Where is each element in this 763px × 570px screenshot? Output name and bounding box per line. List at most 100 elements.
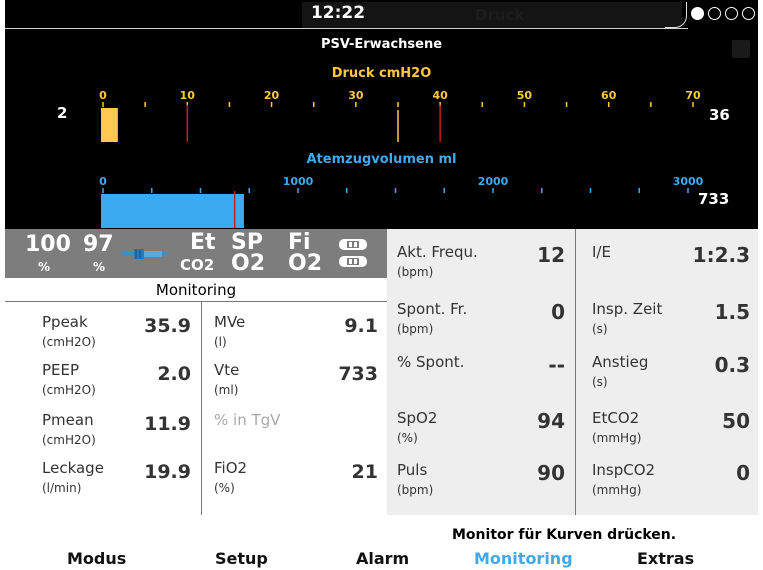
metric-unit: (cmH2O) [42, 383, 96, 397]
monitoring-values-panel[interactable]: Akt. Frequ. (bpm) 12 I/E 1:2.3 Spont. Fr… [387, 229, 758, 515]
metric-fio2: FiO2 (%) 21 [214, 459, 378, 509]
metric-value: 35.9 [144, 315, 191, 337]
scale-tick-label: 20 [264, 89, 280, 102]
mode-title: PSV-Erwachsene [320, 37, 443, 52]
metric-value: 50 [722, 409, 750, 433]
metric-spo2: SpO2 (%) 94 [397, 409, 565, 449]
scale-current-bar [101, 194, 244, 228]
pressure-peak-value: 36 [709, 106, 730, 124]
metric-value: 21 [351, 461, 378, 483]
pressure-scale: 0 10 20 30 40 50 60 70 [99, 89, 701, 142]
scale-tick-label: 3000 [673, 175, 704, 188]
volume-scale: 0 1000 2000 3000 [99, 175, 704, 228]
nav-modus[interactable]: Modus [67, 549, 126, 568]
ventilator-screen: 12:22 Druck PSV-Erwachsene Druck cmH2O 0… [5, 0, 758, 570]
metric-value: -- [548, 353, 565, 377]
o2-secondary-unit: % [93, 260, 106, 274]
o2-primary-value: 100 [25, 232, 71, 257]
monitoring-header: Monitoring [5, 278, 387, 302]
volume-scale-title: Atemzugvolumen ml [306, 152, 457, 167]
metric-value: 0 [736, 461, 750, 485]
menu-button[interactable] [732, 40, 750, 58]
waveform-panel[interactable]: 12:22 Druck PSV-Erwachsene Druck cmH2O 0… [5, 0, 758, 229]
metric-label: Spont. Fr. [397, 300, 468, 318]
etco2-label-top: Et [190, 230, 216, 255]
metric-unit: (s) [592, 375, 608, 389]
metric-unit: (ml) [214, 383, 239, 397]
metric-label: Leckage [42, 459, 104, 477]
nav-monitoring[interactable]: Monitoring [474, 549, 573, 568]
page-indicator[interactable] [691, 7, 757, 21]
metric-label: Insp. Zeit [592, 300, 663, 318]
left-grid-divider [201, 302, 202, 515]
metric-puls: Puls (bpm) 90 [397, 461, 565, 501]
status-strip[interactable]: 100 % 97 % Et CO2 SP O2 Fi O2 [5, 229, 387, 278]
scale-tick-label: 70 [685, 89, 701, 102]
metric-unit: (bpm) [397, 322, 434, 336]
metric-unit: (cmH2O) [42, 335, 96, 349]
metric-ie-ratio: I/E 1:2.3 [592, 243, 750, 283]
o2-secondary-value: 97 [83, 232, 114, 257]
metric-percent-in-tgv: % in TgV [214, 411, 378, 461]
scale-tick-label: 60 [601, 89, 617, 102]
scale-tick-label: 40 [432, 89, 448, 102]
scale-tick-label: 10 [180, 89, 196, 102]
metric-insp-zeit: Insp. Zeit (s) 1.5 [592, 300, 750, 340]
scale-tick-label: 30 [348, 89, 364, 102]
metric-label: PEEP [42, 361, 80, 379]
metric-unit: (mmHg) [592, 483, 642, 497]
metric-label: MVe [214, 313, 246, 331]
metric-etco2: EtCO2 (mmHg) 50 [592, 409, 750, 449]
metric-leckage: Leckage (l/min) 19.9 [42, 459, 191, 509]
metric-unit: (l/min) [42, 481, 82, 495]
scale-tick-label: 2000 [478, 175, 509, 188]
metric-label: Pmean [42, 411, 94, 429]
metric-label: SpO2 [397, 409, 438, 427]
metric-label: EtCO2 [592, 409, 640, 427]
metric-vte: Vte (ml) 733 [214, 361, 378, 411]
metric-value: 11.9 [144, 413, 191, 435]
metric-mve: MVe (l) 9.1 [214, 313, 378, 363]
scale-tick-label: 0 [99, 175, 107, 188]
metric-value: 733 [338, 363, 378, 385]
etco2-label-bottom: CO2 [180, 256, 215, 274]
metric-value: 2.0 [157, 363, 191, 385]
metric-label: % in TgV [214, 411, 281, 429]
header-tab-corner [665, 2, 687, 28]
metric-label: Akt. Frequ. [397, 243, 478, 261]
metric-unit: (mmHg) [592, 431, 642, 445]
metric-pmean: Pmean (cmH2O) 11.9 [42, 411, 191, 461]
metric-value: 9.1 [344, 315, 378, 337]
metric-label: InspCO2 [592, 461, 656, 479]
metric-value: 0 [551, 300, 565, 324]
metric-value: 94 [537, 409, 565, 433]
metric-label: Vte [214, 361, 240, 379]
metric-label: Puls [397, 461, 428, 479]
page-dot [691, 7, 704, 20]
metric-unit: (l) [214, 335, 227, 349]
nav-alarm[interactable]: Alarm [356, 549, 409, 568]
fio2-label-bottom: O2 [288, 251, 323, 276]
metric-label: Ppeak [42, 313, 88, 331]
scale-current-bar [101, 108, 118, 142]
metric-inspco2: InspCO2 (mmHg) 0 [592, 461, 750, 501]
metric-label: FiO2 [214, 459, 248, 477]
scale-tick-label: 1000 [283, 175, 314, 188]
metric-unit: (cmH2O) [42, 433, 96, 447]
page-dot [742, 7, 755, 20]
metric-akt-frequ: Akt. Frequ. (bpm) 12 [397, 243, 565, 283]
spo2-label-bottom: O2 [231, 251, 266, 276]
metric-anstieg: Anstieg (s) 0.3 [592, 353, 750, 393]
right-grid-divider [575, 229, 576, 515]
metric-value: 1:2.3 [692, 243, 750, 267]
o2-primary-unit: % [38, 260, 51, 274]
metric-percent-spont: % Spont. -- [397, 353, 565, 393]
metric-label: I/E [592, 243, 611, 261]
page-dot [725, 7, 738, 20]
metric-value: 19.9 [144, 461, 191, 483]
nav-setup[interactable]: Setup [215, 549, 268, 568]
dim-header-title: Druck [475, 6, 525, 24]
nav-extras[interactable]: Extras [637, 549, 694, 568]
scale-tick-label: 0 [99, 89, 107, 102]
volume-current-value: 733 [698, 190, 730, 208]
